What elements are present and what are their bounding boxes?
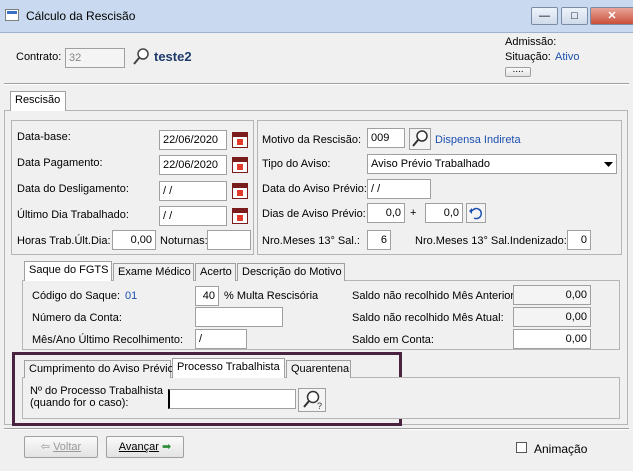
plus-sign: + [410,207,417,219]
minimize-button[interactable]: — [531,7,558,25]
saldo-conta-label: Saldo em Conta: [352,334,434,346]
nro13-indenizado-input[interactable]: 0 [567,230,591,250]
data-aviso-label: Data do Aviso Prévio: [262,183,367,195]
divider [4,83,629,85]
noturnas-input[interactable] [207,230,251,250]
search-icon[interactable] [131,47,151,67]
contract-name: teste2 [154,49,192,64]
data-pagamento-input[interactable]: 22/06/2020 [159,155,227,175]
voltar-button[interactable]: ⇦ Voltar [24,436,98,458]
avancar-button[interactable]: Avançar ➡ [106,436,184,458]
maximize-button[interactable]: □ [561,7,588,25]
dias-aviso-label: Dias de Aviso Prévio: [262,208,366,220]
data-desligamento-input[interactable]: / / [159,181,227,201]
app-icon [5,9,19,21]
numero-conta-label: Número da Conta: [32,312,122,324]
mes-ano-input[interactable]: / [195,329,247,349]
data-aviso-input[interactable]: / / [367,179,431,199]
multa-input[interactable]: 40 [195,286,219,306]
data-desligamento-label: Data do Desligamento: [17,183,129,195]
tab-descricao-motivo[interactable]: Descrição do Motivo [237,263,345,281]
undo-icon[interactable] [466,203,486,223]
saldo-conta-input[interactable]: 0,00 [513,329,591,349]
contract-label: Contrato: [16,51,62,63]
saldo-atual-label: Saldo não recolhido Mês Atual: [352,312,504,324]
animacao-checkbox[interactable] [516,442,527,453]
close-button[interactable]: ✕ [590,7,633,25]
tab-processo-trabalhista[interactable]: Processo Trabalhista [172,358,285,378]
avancar-label: Avançar [118,441,159,453]
arrow-right-icon: ➡ [162,441,172,453]
noturnas-label: Noturnas: [160,235,208,247]
footer-divider [4,428,629,430]
multa-label: % Multa Rescisória [224,290,319,302]
ultimo-dia-input[interactable]: / / [159,206,227,226]
more-button[interactable]: .... [505,65,531,77]
processo-label-line1: Nº do Processo Trabalhista [30,385,164,397]
saldo-atual-input: 0,00 [513,307,591,327]
dias-aviso-input-2[interactable]: 0,0 [425,203,463,223]
nro13-input[interactable]: 6 [367,230,391,250]
nro13-label: Nro.Meses 13° Sal.: [262,235,360,247]
data-pagamento-label: Data Pagamento: [17,157,103,169]
search-icon[interactable] [409,128,431,150]
situacao-value: Ativo [555,51,580,63]
dias-aviso-input-1[interactable]: 0,0 [367,203,405,223]
motivo-description: Dispensa Indireta [435,134,521,146]
admissao-label: Admissão: [505,36,557,48]
tab-quarentena[interactable]: Quarentena [286,360,351,378]
saldo-anterior-label: Saldo não recolhido Mês Anterior: [352,290,518,302]
calendar-icon[interactable] [232,157,248,173]
calendar-icon[interactable] [232,183,248,199]
tab-cumprimento-aviso[interactable]: Cumprimento do Aviso Prévio [24,360,174,378]
chevron-down-icon[interactable] [601,155,616,173]
processo-label-line2: (quando for o caso): [30,397,129,409]
horas-label: Horas Trab.Últ.Dia: [17,235,111,247]
arrow-left-icon: ⇦ [40,441,50,453]
voltar-label: Voltar [53,441,82,453]
numero-conta-input[interactable] [195,307,283,327]
svg-text:?: ? [317,401,322,411]
tipo-aviso-label: Tipo do Aviso: [262,158,331,170]
motivo-code-input[interactable]: 009 [367,128,405,148]
tab-rescisao[interactable]: Rescisão [10,91,66,111]
mes-ano-label: Mês/Ano Último Recolhimento: [32,334,184,346]
window-title: Cálculo da Rescisão [26,9,136,23]
horas-input[interactable]: 0,00 [112,230,156,250]
search-icon[interactable]: ? [298,388,326,412]
data-base-label: Data-base: [17,131,71,143]
processo-input[interactable] [168,389,296,409]
contract-input[interactable]: 32 [65,48,125,68]
codigo-saque-value: 01 [125,290,138,302]
tab-exame-medico[interactable]: Exame Médico [113,263,194,281]
tab-acerto[interactable]: Acerto [195,263,236,281]
situacao-label: Situação: [505,51,551,63]
codigo-saque-label: Código do Saque: [32,290,121,302]
data-base-input[interactable]: 22/06/2020 [159,130,227,150]
tab-saque-fgts[interactable]: Saque do FGTS [24,261,112,281]
tipo-aviso-select[interactable]: Aviso Prévio Trabalhado [367,154,617,174]
nro13-indenizado-label: Nro.Meses 13° Sal.Indenizado: [415,235,567,247]
calendar-icon[interactable] [232,208,248,224]
animacao-label: Animação [534,442,588,456]
calendar-icon[interactable] [232,132,248,148]
motivo-label: Motivo da Rescisão: [262,134,362,146]
saldo-anterior-input: 0,00 [513,285,591,305]
ultimo-dia-label: Último Dia Trabalhado: [17,209,129,221]
